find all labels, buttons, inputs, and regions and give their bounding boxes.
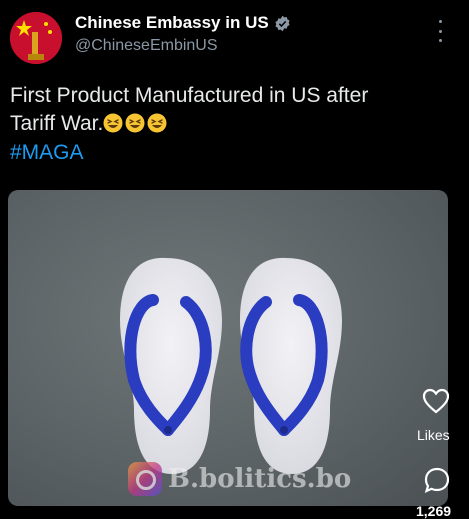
grinning-squinting-face-icon [103,113,123,133]
tweet-text: First Product Manufactured in US after T… [10,82,450,138]
watermark-text: B.bolitics.bo [168,464,352,494]
tweet-text-line2: Tariff War. [10,112,104,135]
comment-icon[interactable] [423,466,451,494]
right-flip-flop [240,257,342,474]
watermark: B.bolitics.bo [128,462,351,496]
flip-flops-illustration [120,257,342,474]
left-flip-flop [120,257,222,474]
author-row: Chinese Embassy in US [75,13,291,33]
author-handle[interactable]: @ChineseEmbinUS [75,37,218,55]
grinning-squinting-face-icon [147,113,167,133]
verified-badge-icon [274,15,291,32]
instagram-icon [128,462,162,496]
tweet-text-line1: First Product Manufactured in US after [10,84,369,107]
heart-icon[interactable] [422,388,450,414]
hashtag-link[interactable]: #MAGA [10,141,84,165]
more-options-icon[interactable] [433,20,447,42]
avatar[interactable] [10,12,62,64]
comments-count[interactable]: 1,269 [416,503,451,519]
likes-label[interactable]: Likes [417,427,450,443]
author-name[interactable]: Chinese Embassy in US [75,13,269,33]
grinning-squinting-face-icon [125,113,145,133]
china-flag-icon [10,12,62,64]
post-image[interactable]: B.bolitics.bo [8,190,448,506]
